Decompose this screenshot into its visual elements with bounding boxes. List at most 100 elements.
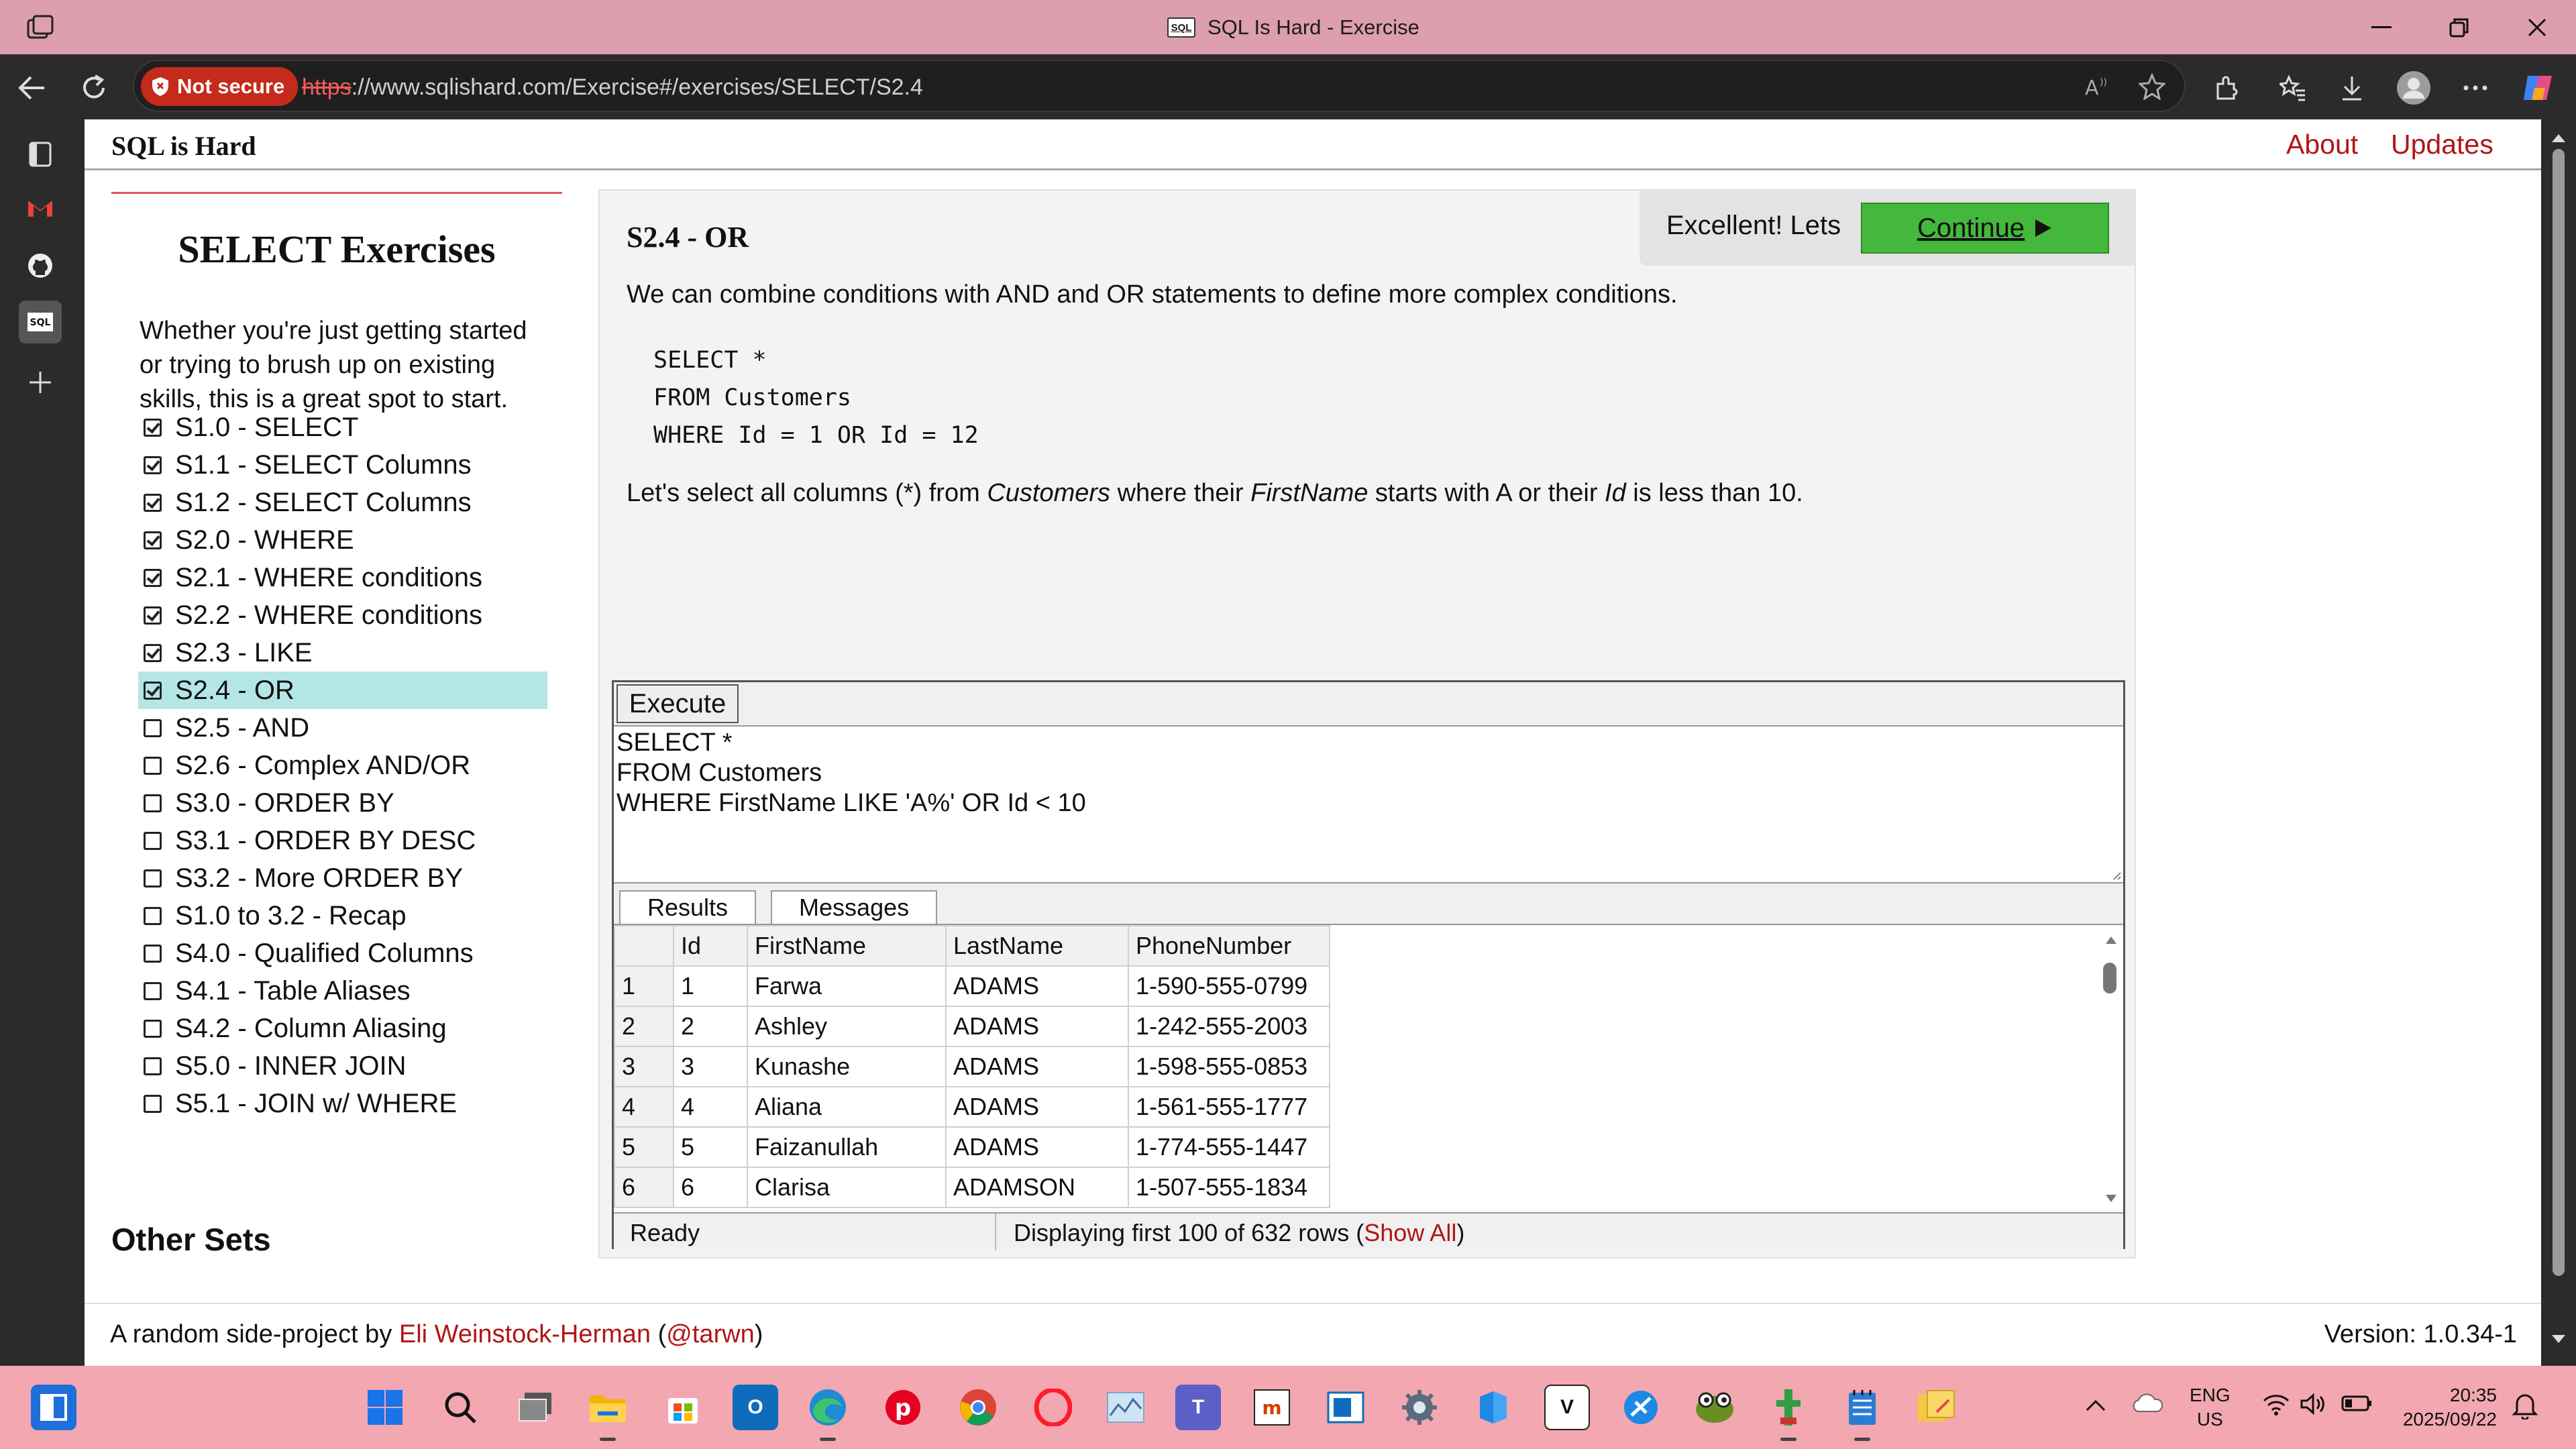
wifi-icon[interactable] — [2262, 1393, 2290, 1421]
add-site-icon[interactable] — [19, 361, 62, 404]
green-puzzle-app-icon[interactable] — [1766, 1385, 1811, 1441]
exercise-item[interactable]: S2.3 - LIKE — [138, 634, 547, 672]
column-header[interactable]: PhoneNumber — [1128, 925, 1330, 967]
results-scroll-thumb[interactable] — [2103, 963, 2116, 994]
exercise-item[interactable]: S4.0 - Qualified Columns — [138, 934, 547, 972]
column-header[interactable]: LastName — [945, 925, 1129, 967]
language-indicator[interactable]: ENG US — [2190, 1383, 2231, 1432]
extensions-icon[interactable] — [2207, 69, 2245, 107]
edge-icon[interactable] — [805, 1385, 851, 1441]
tabs-panel-icon[interactable] — [19, 133, 62, 176]
exercise-item[interactable]: S2.0 - WHERE — [138, 521, 547, 559]
notepad-icon[interactable] — [1839, 1385, 1885, 1441]
microsoft-store-icon[interactable] — [660, 1385, 706, 1430]
exercise-item[interactable]: S1.0 to 3.2 - Recap — [138, 897, 547, 934]
continue-button[interactable]: Continue — [1861, 203, 2109, 254]
onedrive-cloud-icon[interactable] — [2131, 1393, 2163, 1419]
profile-avatar[interactable] — [2395, 69, 2432, 107]
tab-actions-icon[interactable] — [25, 13, 56, 42]
table-row[interactable]: 2 2 Ashley ADAMS 1-242-555-2003 — [614, 1006, 1330, 1047]
tab-results[interactable]: Results — [619, 890, 757, 924]
blue-app-icon[interactable] — [1323, 1385, 1368, 1430]
exercise-item[interactable]: S3.1 - ORDER BY DESC — [138, 822, 547, 859]
outlook-icon[interactable]: O — [733, 1385, 778, 1430]
volume-icon[interactable] — [2300, 1393, 2326, 1421]
exercise-item[interactable]: S4.1 - Table Aliases — [138, 972, 547, 1010]
close-window-button[interactable] — [2510, 9, 2564, 46]
exercise-item[interactable]: S2.2 - WHERE conditions — [138, 596, 547, 634]
downloads-icon[interactable] — [2333, 69, 2371, 107]
exercise-item[interactable]: S1.1 - SELECT Columns — [138, 446, 547, 484]
exercise-item[interactable]: S2.1 - WHERE conditions — [138, 559, 547, 596]
exercise-item[interactable]: S5.1 - JOIN w/ WHERE — [138, 1085, 547, 1122]
column-header[interactable]: Id — [673, 925, 748, 967]
exercise-item[interactable]: S1.0 - SELECT — [138, 409, 547, 446]
execute-button[interactable]: Execute — [616, 684, 739, 723]
table-row[interactable]: 4 4 Aliana ADAMS 1-561-555-1777 — [614, 1086, 1330, 1128]
copilot-icon[interactable] — [2520, 69, 2557, 107]
table-row[interactable]: 1 1 Farwa ADAMS 1-590-555-0799 — [614, 965, 1330, 1007]
widgets-icon[interactable] — [31, 1385, 76, 1430]
favorites-icon[interactable] — [2274, 69, 2312, 107]
github-icon[interactable] — [19, 244, 62, 287]
battery-icon[interactable] — [2341, 1394, 2372, 1418]
sqlishard-site-icon[interactable]: SQL — [19, 301, 62, 343]
sql-editor: Execute SELECT * FROM Customers WHERE Fi… — [612, 680, 2125, 1250]
restore-button[interactable] — [2432, 9, 2486, 46]
exercise-item[interactable]: S1.2 - SELECT Columns — [138, 484, 547, 521]
favorite-star-icon[interactable] — [2133, 68, 2171, 105]
about-link[interactable]: About — [2286, 129, 2358, 160]
page-scroll-thumb[interactable] — [2553, 149, 2565, 1276]
exercise-item[interactable]: S5.0 - INNER JOIN — [138, 1047, 547, 1085]
clock[interactable]: 20:35 2025/09/22 — [2396, 1383, 2497, 1432]
back-button[interactable] — [13, 69, 51, 107]
network-tool-icon[interactable] — [1618, 1385, 1664, 1430]
url-text[interactable]: https://www.sqlishard.com/Exercise#/exer… — [302, 70, 923, 104]
exercise-item[interactable]: S2.5 - AND — [138, 709, 547, 747]
frog-app-icon[interactable] — [1692, 1385, 1737, 1430]
exercise-item[interactable]: S4.2 - Column Aliasing — [138, 1010, 547, 1047]
file-explorer-icon[interactable] — [585, 1385, 631, 1441]
table-row[interactable]: 5 5 Faizanullah ADAMS 1-774-555-1447 — [614, 1126, 1330, 1168]
sticky-notes-icon[interactable] — [1913, 1385, 1959, 1430]
exercise-item[interactable]: S3.0 - ORDER BY — [138, 784, 547, 822]
tab-messages[interactable]: Messages — [771, 890, 938, 924]
exercise-item[interactable]: S2.6 - Complex AND/OR — [138, 747, 547, 784]
show-all-link[interactable]: Show All — [1364, 1219, 1456, 1246]
exercise-item[interactable]: S2.4 - OR — [138, 672, 547, 709]
minimize-button[interactable] — [2355, 9, 2408, 46]
sql-input[interactable]: SELECT * FROM Customers WHERE FirstName … — [614, 725, 2123, 883]
exercise-item[interactable]: S3.2 - More ORDER BY — [138, 859, 547, 897]
search-icon[interactable] — [437, 1385, 483, 1430]
site-brand[interactable]: SQL is Hard — [111, 130, 256, 162]
task-view-icon[interactable] — [513, 1385, 558, 1430]
author-link[interactable]: Eli Weinstock-Herman — [399, 1320, 651, 1348]
refresh-button[interactable] — [75, 69, 113, 107]
column-header[interactable]: FirstName — [747, 925, 947, 967]
notifications-bell-icon[interactable] — [2512, 1391, 2538, 1426]
not-secure-badge[interactable]: Not secure — [141, 67, 299, 106]
more-menu-icon[interactable] — [2457, 69, 2494, 107]
gmail-icon[interactable] — [19, 186, 62, 229]
twitter-handle-link[interactable]: @tarwn — [666, 1320, 755, 1348]
updates-link[interactable]: Updates — [2391, 129, 2493, 160]
vim-app-icon[interactable]: V — [1544, 1385, 1590, 1430]
results-scrollbar[interactable] — [2099, 925, 2123, 1212]
svg-text:p: p — [895, 1395, 911, 1421]
table-row[interactable]: 3 3 Kunashe ADAMS 1-598-555-0853 — [614, 1046, 1330, 1087]
start-menu-icon[interactable] — [362, 1385, 408, 1430]
stock-chart-app-icon[interactable] — [1103, 1385, 1148, 1430]
opera-icon[interactable] — [1030, 1385, 1076, 1430]
read-aloud-icon[interactable]: A)) — [2080, 68, 2117, 105]
settings-gear-icon[interactable] — [1397, 1385, 1442, 1430]
teams-icon[interactable]: T — [1175, 1385, 1221, 1430]
maps-app-icon[interactable]: m — [1249, 1385, 1295, 1430]
pinterest-icon[interactable]: p — [880, 1385, 926, 1430]
chrome-icon[interactable] — [955, 1385, 1001, 1430]
table-row[interactable]: 6 6 Clarisa ADAMSON 1-507-555-1834 — [614, 1167, 1330, 1208]
resize-handle-icon[interactable] — [2111, 870, 2122, 881]
microsoft-365-icon[interactable] — [1470, 1385, 1516, 1430]
show-hidden-icons[interactable] — [2085, 1394, 2106, 1418]
address-bar[interactable]: Not secure https://www.sqlishard.com/Exe… — [133, 60, 2186, 112]
page-scrollbar[interactable] — [2541, 119, 2576, 1366]
